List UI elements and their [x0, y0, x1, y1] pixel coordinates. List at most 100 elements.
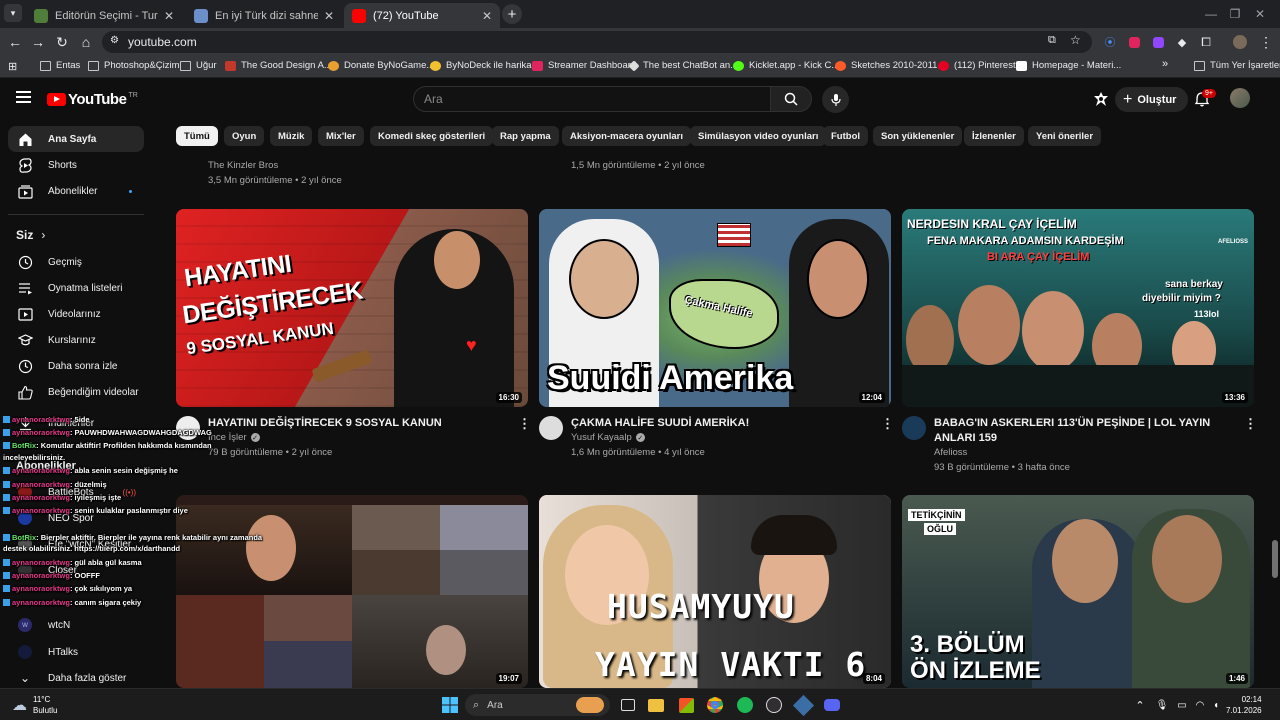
sidebar-item-home[interactable]: Ana Sayfa	[8, 126, 144, 152]
sidebar-item-subscriptions[interactable]: Abonelikler	[8, 178, 144, 204]
scrollbar-thumb[interactable]	[1272, 540, 1278, 578]
sidebar-item-watch-later[interactable]: Daha sonra izle	[8, 353, 144, 379]
site-info-icon[interactable]: ⚙	[110, 35, 119, 46]
chip[interactable]: Futbol	[823, 126, 869, 146]
profile-avatar[interactable]	[1230, 32, 1250, 52]
video-thumbnail[interactable]: HUSAMYUYU YAYIN VAKTI 6 8:04	[539, 495, 891, 688]
extension-icon[interactable]: ◆	[1172, 32, 1192, 52]
url-text[interactable]: youtube.com	[128, 35, 197, 49]
video-thumbnail[interactable]: 19:07	[176, 495, 528, 688]
bookmark-item[interactable]: (112) Pinterest	[938, 60, 1016, 71]
browser-menu-icon[interactable]: ⋮	[1256, 32, 1276, 52]
all-bookmarks[interactable]: Tüm Yer İşaretleri	[1194, 60, 1280, 71]
premium-icon[interactable]	[1093, 91, 1109, 107]
bookmarks-overflow[interactable]: »	[1162, 58, 1168, 70]
chip[interactable]: Yeni öneriler	[1028, 126, 1102, 146]
browser-tab-1[interactable]: Editörün Seçimi - Turnuva - Qu ✕	[26, 3, 182, 28]
chrome-icon[interactable]	[705, 695, 725, 715]
close-icon[interactable]: ✕	[482, 9, 492, 23]
bookmark-item[interactable]: Homepage - Materi...	[1016, 60, 1121, 71]
bookmark-item[interactable]: Uğur	[180, 60, 217, 71]
new-tab-button[interactable]: +	[502, 4, 522, 24]
sidebar-item-subscription[interactable]: HTalks	[8, 639, 144, 665]
chip[interactable]: Rap yapma	[492, 126, 559, 146]
store-icon[interactable]	[676, 695, 696, 715]
task-view-icon[interactable]	[618, 695, 638, 715]
close-icon[interactable]: ✕	[324, 9, 334, 23]
extension-icon[interactable]: ⦿	[1100, 32, 1120, 52]
extensions-puzzle-icon[interactable]: ⧠	[1196, 32, 1216, 52]
bookmark-item[interactable]: Sketches 2010-2011...	[835, 60, 945, 71]
chip[interactable]: Müzik	[270, 126, 313, 146]
extension-icon[interactable]	[1124, 32, 1144, 52]
taskbar-search[interactable]: ⌕ Ara	[465, 694, 610, 716]
back-arrow-icon[interactable]: ←	[5, 32, 25, 52]
windows-start-icon[interactable]	[440, 695, 460, 715]
sidebar-item-courses[interactable]: Kurslarınız	[8, 327, 144, 353]
close-icon[interactable]: ✕	[164, 9, 174, 23]
reload-icon[interactable]: ↻	[52, 32, 72, 52]
file-explorer-icon[interactable]	[646, 695, 666, 715]
chip[interactable]: Simülasyon video oyunları	[690, 126, 827, 146]
channel-name[interactable]: İnce İşler ✓	[208, 432, 260, 443]
more-options-icon[interactable]: ⋮	[518, 416, 531, 432]
weather-widget[interactable]: ☁ 11°C Bulutlu	[12, 694, 57, 716]
search-button[interactable]	[770, 86, 812, 112]
apps-grid-icon[interactable]: ⊞	[8, 60, 17, 73]
search-input[interactable]	[424, 92, 754, 106]
channel-name[interactable]: Yusuf Kayaalp ✓	[571, 432, 645, 443]
channel-avatar[interactable]	[539, 416, 563, 440]
video-title[interactable]: HAYATINI DEĞİŞTİRECEK 9 SOSYAL KANUN	[208, 416, 508, 431]
channel-name[interactable]: The Kinzler Bros	[208, 160, 278, 171]
chip[interactable]: Son yüklenenler	[873, 126, 963, 146]
sidebar-item-your-videos[interactable]: Videolarınız	[8, 301, 144, 327]
install-icon[interactable]: ⧉	[1048, 34, 1056, 47]
video-thumbnail[interactable]: HAYATINI DEĞİŞTİRECEK 9 SOSYAL KANUN ♥ 1…	[176, 209, 528, 407]
video-thumbnail[interactable]: TETİKÇİNİN OĞLU 3. BÖLÜM ÖN İZLEME 1:46	[902, 495, 1254, 688]
video-thumbnail[interactable]: NERDESIN KRAL ÇAY İÇELİM FENA MAKARA ADA…	[902, 209, 1254, 407]
sidebar-item-shorts[interactable]: Shorts	[8, 152, 144, 178]
sidebar-item-playlists[interactable]: Oynatma listeleri	[8, 275, 144, 301]
more-options-icon[interactable]: ⋮	[1244, 416, 1257, 432]
home-icon[interactable]: ⌂	[76, 32, 96, 52]
obs-icon[interactable]	[764, 695, 784, 715]
browser-tab-2[interactable]: En iyi Türk dizi sahnesi - Tier Li ✕	[186, 3, 342, 28]
more-options-icon[interactable]: ⋮	[881, 416, 894, 432]
chip[interactable]: İzlenenler	[964, 126, 1024, 146]
sidebar-item-subscription[interactable]: w wtcN	[8, 612, 144, 638]
app-icon[interactable]	[792, 694, 814, 716]
chip[interactable]: Komedi skeç gösterileri	[370, 126, 494, 146]
scrollbar-track[interactable]	[1270, 120, 1280, 688]
channel-avatar[interactable]	[902, 416, 926, 440]
sidebar-item-history[interactable]: Geçmiş	[8, 249, 144, 275]
microphone-icon[interactable]: 🎙	[1152, 695, 1172, 715]
bookmark-item[interactable]: Kicklet.app - Kick C...	[733, 60, 839, 71]
avatar[interactable]	[1230, 88, 1250, 108]
extension-icon[interactable]	[1148, 32, 1168, 52]
chip[interactable]: Aksiyon-macera oyunları	[562, 126, 691, 146]
hamburger-menu-icon[interactable]	[16, 91, 31, 103]
clock[interactable]: 02:14 7.01.2026	[1226, 694, 1262, 716]
tab-search-button[interactable]: ▾	[4, 4, 22, 22]
volume-icon[interactable]: ◖	[1206, 695, 1226, 715]
monitor-icon[interactable]: ▭	[1172, 695, 1192, 715]
bookmark-item[interactable]: Streamer Dashboard	[532, 60, 636, 71]
address-bar[interactable]: ⚙ youtube.com ⧉ ☆	[102, 31, 1092, 53]
chevron-up-icon[interactable]: ⌃	[1130, 695, 1150, 715]
you-heading[interactable]: Siz ›	[16, 228, 45, 242]
chip-all[interactable]: Tümü	[176, 126, 218, 146]
video-title[interactable]: ÇAKMA HALİFE SUUDİ AMERİKA!	[571, 416, 871, 431]
sidebar-item-liked-videos[interactable]: Beğendiğim videolar	[8, 379, 144, 405]
chip[interactable]: Oyun	[224, 126, 265, 146]
spotify-icon[interactable]	[735, 695, 755, 715]
bookmark-item[interactable]: ByNoDeck ile harika...	[430, 60, 539, 71]
bookmark-star-icon[interactable]: ☆	[1070, 33, 1081, 47]
chip[interactable]: Mix'ler	[318, 126, 364, 146]
video-thumbnail[interactable]: Çakma Halife Suuidi Amerika 12:04	[539, 209, 891, 407]
create-button[interactable]: + Oluştur	[1115, 87, 1189, 112]
video-title[interactable]: BABAG'IN ASKERLERI 113'ÜN PEŞİNDE | LOL …	[934, 416, 1234, 446]
close-window-button[interactable]: ✕	[1240, 0, 1280, 28]
bookmark-item[interactable]: Photoshop&Çizim	[88, 60, 180, 71]
forward-arrow-icon[interactable]: →	[28, 32, 48, 52]
bookmark-item[interactable]: The Good Design A...	[225, 60, 332, 71]
